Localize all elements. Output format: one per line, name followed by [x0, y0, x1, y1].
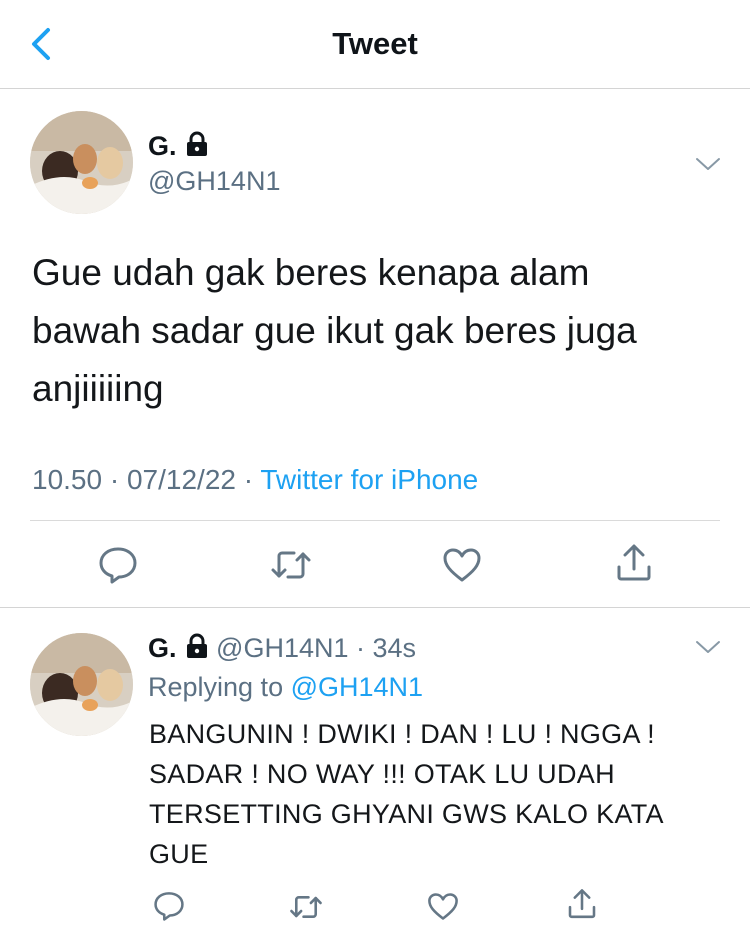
display-name-text: G. [148, 131, 177, 161]
chevron-down-icon [696, 158, 720, 170]
tweet-text-line: bawah sadar gue ikut gak beres juga [32, 310, 637, 351]
reply-text-line: BANGUNIN ! DWIKI ! DAN ! LU ! NGGA ! [149, 719, 655, 749]
reply-text: BANGUNIN ! DWIKI ! DAN ! LU ! NGGA ! SAD… [149, 714, 664, 874]
reply-button[interactable] [98, 546, 138, 589]
divider [0, 607, 750, 608]
reply-options-button[interactable] [694, 637, 722, 657]
display-name[interactable]: G. [148, 131, 209, 164]
reply-header: G. @GH14N1 · 34s [148, 633, 416, 666]
tweet-time: 10.50 [32, 464, 103, 495]
share-button[interactable] [614, 543, 654, 588]
like-button[interactable] [427, 892, 459, 926]
meta-separator: · [243, 464, 254, 495]
replying-prefix: Replying to [148, 672, 284, 702]
tweet-text: Gue udah gak beres kenapa alam bawah sad… [32, 244, 637, 418]
reply-icon [99, 547, 137, 584]
avatar[interactable] [30, 633, 133, 736]
tweet-options-button[interactable] [694, 154, 722, 174]
handle[interactable]: @GH14N1 [216, 633, 348, 663]
share-icon [568, 889, 596, 919]
meta-separator: · [109, 464, 120, 495]
replying-to: Replying to @GH14N1 [148, 672, 423, 703]
reply-age: 34s [372, 633, 417, 663]
tweet-source-link[interactable]: Twitter for iPhone [260, 464, 478, 495]
retweet-button[interactable] [270, 548, 312, 587]
like-icon [428, 893, 458, 920]
display-name[interactable]: G. [148, 633, 177, 663]
like-icon [443, 548, 481, 582]
tweet-text-line: Gue udah gak beres kenapa alam [32, 252, 590, 293]
avatar[interactable] [30, 111, 133, 214]
share-button[interactable] [566, 888, 598, 925]
reply-button[interactable] [153, 891, 185, 926]
tweet-text-line: anjiiiiing [32, 368, 164, 409]
chevron-down-icon [696, 641, 720, 653]
lock-icon [185, 633, 209, 666]
reply-text-line: TERSETTING GHYANI GWS KALO KATA [149, 799, 664, 829]
page-title: Tweet [332, 26, 418, 61]
header-divider [0, 88, 750, 89]
lock-icon [185, 131, 209, 164]
divider [30, 520, 720, 521]
share-icon [617, 544, 651, 581]
reply-text-line: GUE [149, 839, 209, 869]
tweet-meta: 10.50 · 07/12/22 · Twitter for iPhone [32, 464, 478, 496]
retweet-icon [290, 895, 322, 919]
like-button[interactable] [442, 547, 482, 588]
tweet-date: 07/12/22 [126, 464, 236, 495]
retweet-icon [271, 551, 311, 579]
retweet-button[interactable] [289, 893, 323, 926]
handle[interactable]: @GH14N1 [148, 166, 280, 197]
replying-handle-link[interactable]: @GH14N1 [291, 672, 423, 702]
reply-icon [154, 892, 184, 921]
reply-text-line: SADAR ! NO WAY !!! OTAK LU UDAH [149, 759, 615, 789]
